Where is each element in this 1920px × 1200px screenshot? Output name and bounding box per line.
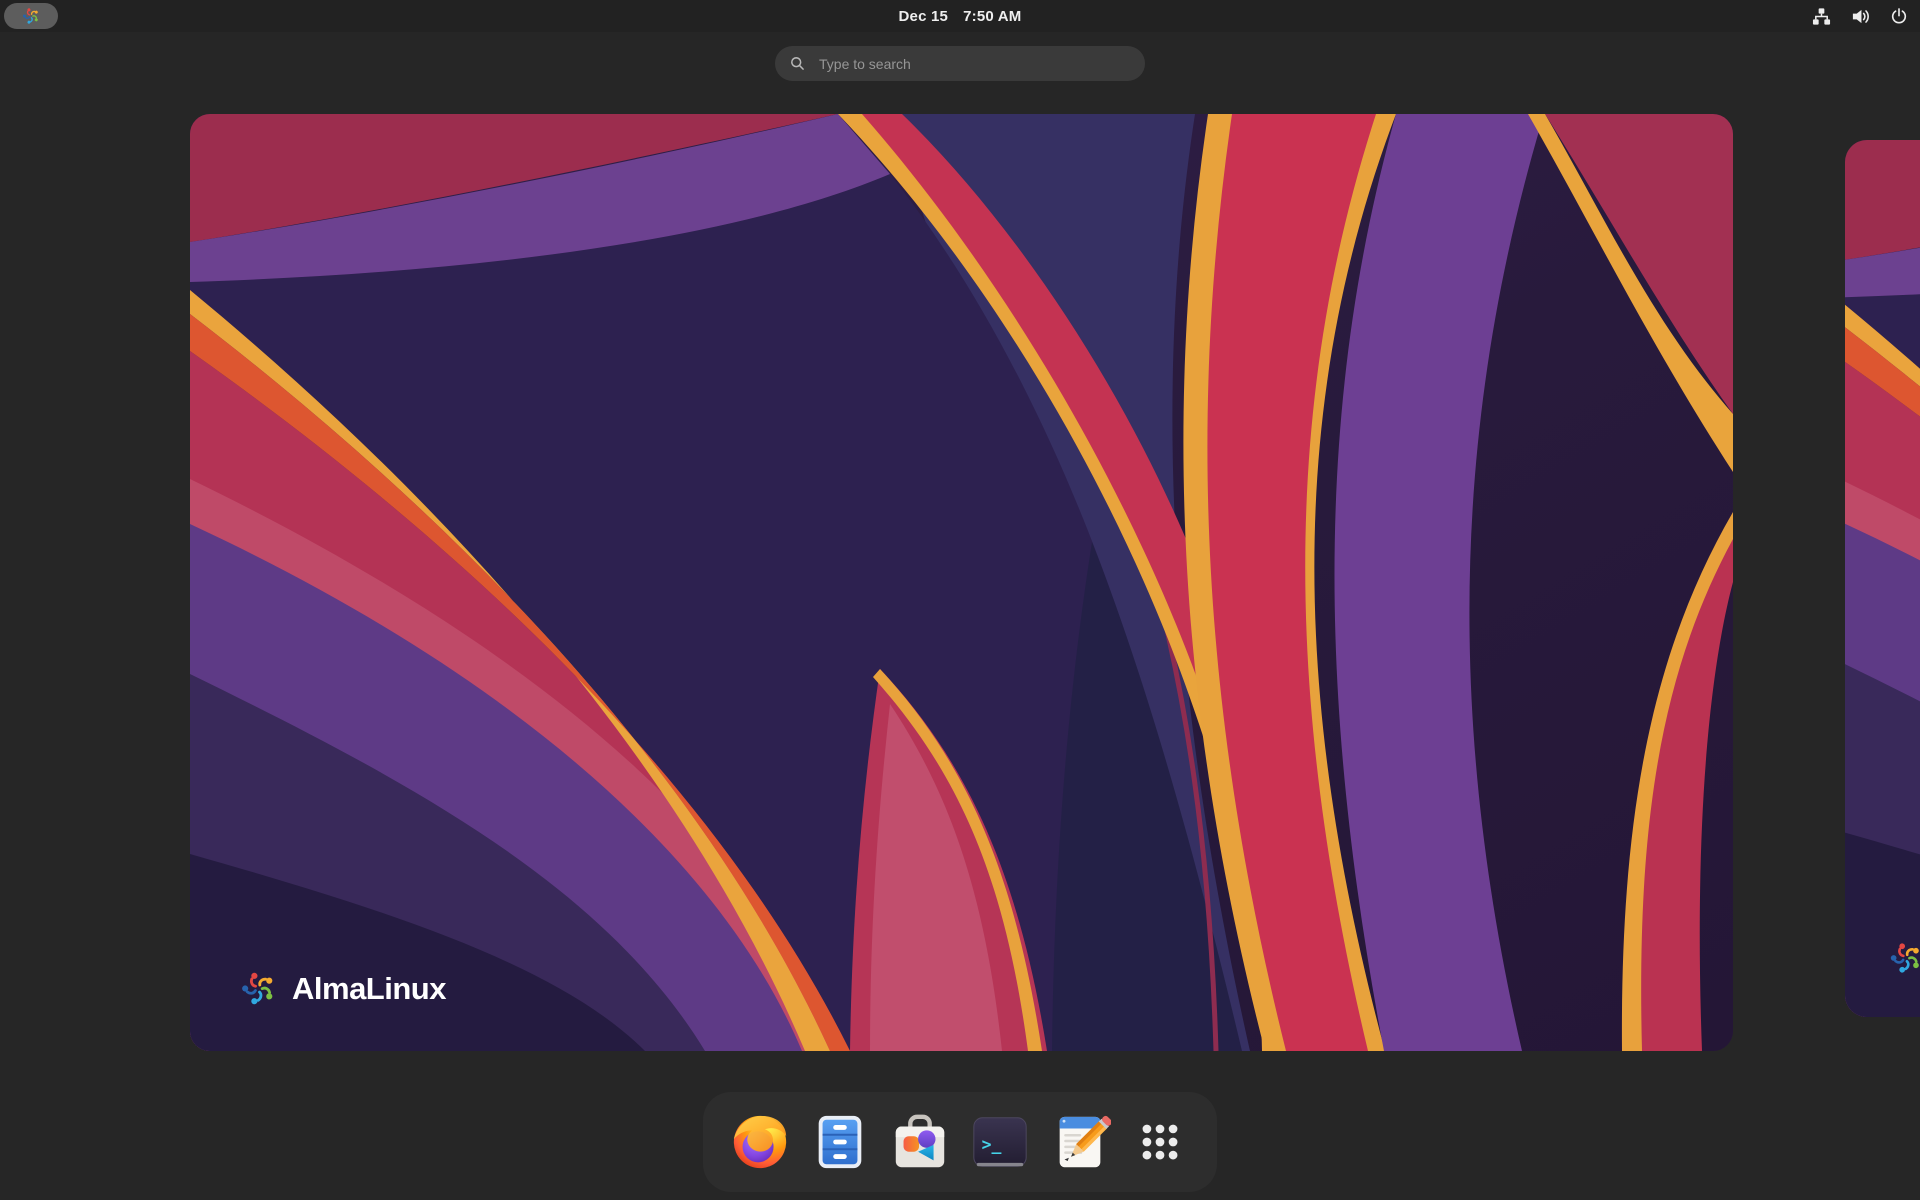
search-icon [789, 55, 806, 72]
terminal-icon: >_ [969, 1111, 1031, 1173]
dock-item-software[interactable] [889, 1111, 951, 1173]
wallpaper-watermark: AlmaLinux [238, 968, 446, 1009]
dash: >_ [703, 1092, 1217, 1192]
watermark-text: AlmaLinux [292, 971, 446, 1007]
clock-button[interactable]: Dec 15 7:50 AM [0, 0, 1920, 32]
search-field [775, 46, 1145, 81]
firefox-icon [729, 1111, 791, 1173]
top-bar: Dec 15 7:50 AM [0, 0, 1920, 32]
search-input[interactable] [817, 55, 1131, 73]
time-label: 7:50 AM [963, 8, 1021, 25]
wallpaper [190, 114, 1733, 1051]
workspace-preview-next[interactable]: AlmaLinux [1845, 140, 1920, 1017]
wallpaper [1845, 140, 1920, 1017]
almalinux-logo-icon [1887, 939, 1920, 977]
network-wired-icon [1812, 7, 1831, 26]
dock-item-firefox[interactable] [729, 1111, 791, 1173]
app-grid-icon [1129, 1111, 1191, 1173]
system-status-area[interactable] [1812, 0, 1908, 32]
almalinux-logo-icon [238, 968, 279, 1009]
wallpaper-watermark: AlmaLinux [1887, 939, 1920, 977]
date-label: Dec 15 [899, 8, 949, 25]
gnome-activities-overview: { "topbar": { "activities": { "logo_icon… [0, 0, 1920, 1200]
text-editor-icon [1049, 1111, 1111, 1173]
dock-item-text-editor[interactable] [1049, 1111, 1111, 1173]
files-icon [809, 1111, 871, 1173]
volume-high-icon [1851, 7, 1870, 26]
power-icon [1890, 7, 1908, 25]
workspace-preview-current[interactable]: AlmaLinux [190, 114, 1733, 1051]
dock-item-files[interactable] [809, 1111, 871, 1173]
software-icon [889, 1111, 951, 1173]
dock-item-terminal[interactable]: >_ [969, 1111, 1031, 1173]
dock-item-app-grid[interactable] [1129, 1111, 1191, 1173]
terminal-prompt-glyph: >_ [982, 1135, 1002, 1154]
